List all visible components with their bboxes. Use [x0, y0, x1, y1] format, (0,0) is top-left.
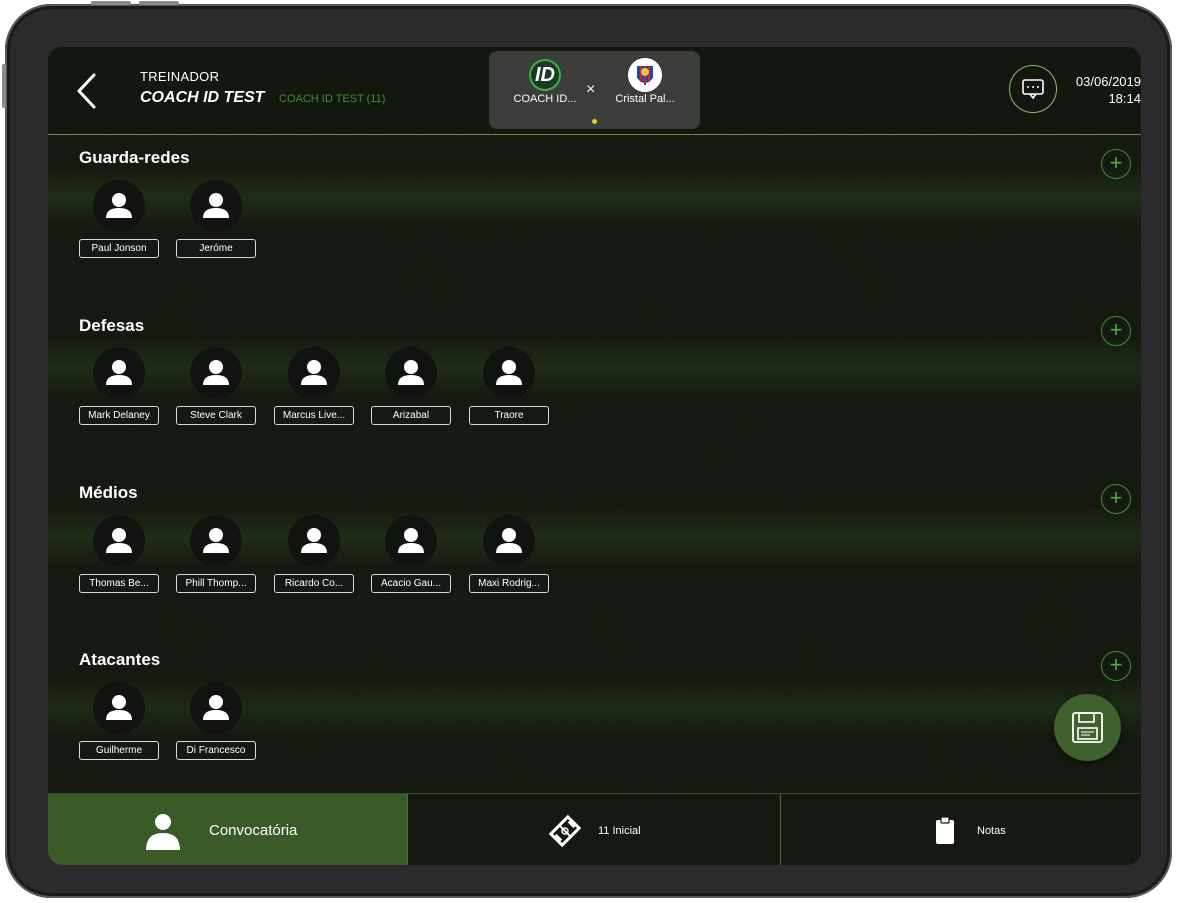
- app-screen: TREINADOR COACH ID TEST COACH ID TEST (1…: [48, 47, 1141, 865]
- player-card[interactable]: Mark Delaney: [79, 347, 159, 427]
- bottom-tab-bar: Convocatória 11 Inicial Notas: [48, 793, 1141, 865]
- player-avatar-icon: [483, 515, 535, 567]
- add-goalkeeper-button[interactable]: +: [1101, 149, 1131, 179]
- player-avatar-icon: [93, 347, 145, 399]
- player-name: Ricardo Co...: [274, 574, 354, 593]
- back-chevron-icon[interactable]: [74, 71, 104, 111]
- section-title-defenders: Defesas: [79, 316, 145, 335]
- tab-label: 11 Inicial: [598, 825, 641, 837]
- team-name: COACH ID TEST: [140, 89, 265, 106]
- player-avatar-icon: [385, 347, 437, 399]
- player-avatar-icon: [93, 180, 145, 232]
- player-avatar-icon: [190, 515, 242, 567]
- home-team-label: COACH ID...: [513, 93, 577, 105]
- player-avatar-icon: [93, 515, 145, 567]
- player-avatar-icon: [385, 515, 437, 567]
- player-name: Mark Delaney: [79, 406, 159, 425]
- player-card[interactable]: Traore: [469, 347, 549, 427]
- player-name: Traore: [469, 406, 549, 425]
- tablet-frame: TREINADOR COACH ID TEST COACH ID TEST (1…: [2, 1, 1172, 898]
- section-title-forwards: Atacantes: [79, 650, 161, 669]
- player-avatar-icon: [93, 682, 145, 734]
- player-name: Steve Clark: [176, 406, 256, 425]
- player-name: Phill Thomp...: [176, 574, 256, 593]
- player-avatar-icon: [288, 515, 340, 567]
- clipboard-icon: [936, 816, 954, 844]
- top-bar: TREINADOR COACH ID TEST COACH ID TEST (1…: [48, 47, 1141, 135]
- tab-label: Notas: [977, 825, 1006, 837]
- player-name: Jeróme: [176, 239, 256, 258]
- player-name: Di Francesco: [176, 741, 256, 760]
- player-card[interactable]: Acacio Gau...: [371, 515, 451, 595]
- player-card[interactable]: Steve Clark: [176, 347, 256, 427]
- player-avatar-icon: [190, 347, 242, 399]
- add-midfielder-button[interactable]: +: [1101, 484, 1131, 514]
- player-avatar-icon: [288, 347, 340, 399]
- player-name: Thomas Be...: [79, 574, 159, 593]
- player-card[interactable]: Phill Thomp...: [176, 515, 256, 595]
- player-card[interactable]: Paul Jonson: [79, 180, 159, 260]
- tab-convocatoria[interactable]: Convocatória: [48, 794, 407, 865]
- person-icon: [146, 814, 180, 850]
- player-card[interactable]: Marcus Live...: [274, 347, 354, 427]
- floppy-disk-icon: [1072, 712, 1103, 743]
- power-button: [2, 64, 6, 108]
- volume-button: [91, 1, 131, 5]
- page-indicator-dot: [592, 119, 597, 124]
- section-title-midfielders: Médios: [79, 483, 138, 502]
- home-team-logo: ID: [529, 59, 561, 91]
- time-label: 18:14: [1108, 91, 1141, 106]
- away-team-crest-icon: [628, 58, 662, 92]
- tab-label: Convocatória: [209, 822, 298, 839]
- date-label: 03/06/2019: [1075, 74, 1141, 89]
- add-forward-button[interactable]: +: [1101, 651, 1131, 681]
- player-card[interactable]: Jeróme: [176, 180, 256, 260]
- away-team-label: Cristal Pal...: [615, 93, 675, 105]
- player-card[interactable]: Maxi Rodrig...: [469, 515, 549, 595]
- chat-button[interactable]: [1009, 65, 1057, 113]
- player-name: Paul Jonson: [79, 239, 159, 258]
- player-card[interactable]: Di Francesco: [176, 682, 256, 762]
- player-card[interactable]: Guilherme: [79, 682, 159, 762]
- player-name: Acacio Gau...: [371, 574, 451, 593]
- player-name: Maxi Rodrig...: [469, 574, 549, 593]
- tab-notas[interactable]: Notas: [781, 794, 1141, 865]
- player-avatar-icon: [190, 180, 242, 232]
- volume-button: [139, 1, 179, 5]
- player-name: Guilherme: [79, 741, 159, 760]
- player-card[interactable]: Arizabal: [371, 347, 451, 427]
- tab-11-inicial[interactable]: 11 Inicial: [408, 794, 780, 865]
- add-defender-button[interactable]: +: [1101, 316, 1131, 346]
- section-title-goalkeepers: Guarda-redes: [79, 148, 190, 167]
- player-avatar-icon: [190, 682, 242, 734]
- player-name: Arizabal: [371, 406, 451, 425]
- player-card[interactable]: Ricardo Co...: [274, 515, 354, 595]
- chat-bubble-icon: [1022, 79, 1044, 100]
- team-squad-link[interactable]: COACH ID TEST (11): [279, 93, 385, 105]
- match-card[interactable]: ID × COACH ID... Cristal Pal...: [489, 51, 700, 129]
- save-button[interactable]: [1054, 694, 1121, 761]
- player-card[interactable]: Thomas Be...: [79, 515, 159, 595]
- role-label: TREINADOR: [140, 69, 220, 84]
- player-name: Marcus Live...: [274, 406, 354, 425]
- field-icon: [548, 814, 582, 848]
- player-avatar-icon: [483, 347, 535, 399]
